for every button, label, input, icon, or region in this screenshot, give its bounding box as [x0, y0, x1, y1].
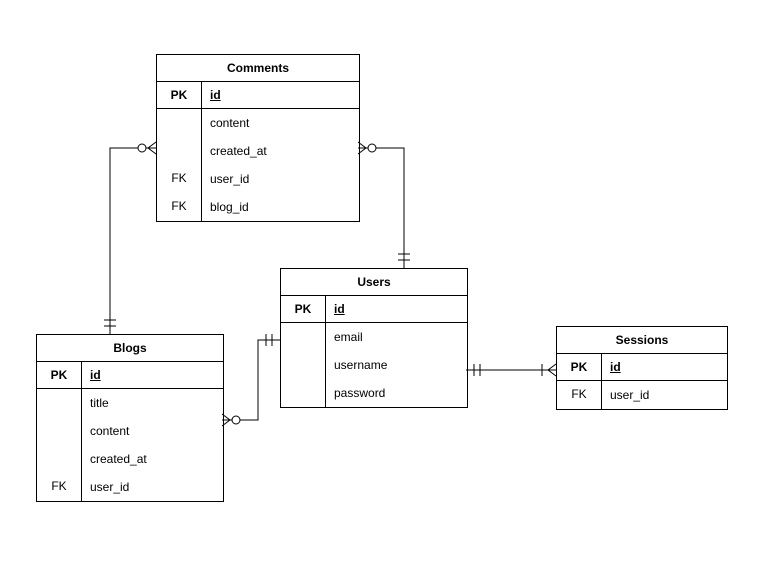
attrs: FK user_id: [557, 381, 727, 409]
attr-name: user_id: [602, 381, 727, 409]
attr-row: username: [281, 351, 467, 379]
entity-title: Blogs: [37, 335, 223, 362]
attr-name: created_at: [202, 137, 359, 165]
pk-field: id: [602, 354, 727, 380]
rel-users-sessions: [466, 364, 556, 376]
rel-comments-users: [358, 142, 410, 268]
attr-row: FK user_id: [157, 165, 359, 193]
attr-key: FK: [557, 381, 602, 409]
entity-title: Comments: [157, 55, 359, 82]
entity-sessions: Sessions PK id FK user_id: [556, 326, 728, 410]
pk-row: PK id: [281, 296, 467, 323]
attr-name: content: [202, 109, 359, 137]
attr-key: [37, 417, 82, 445]
attr-row: content: [37, 417, 223, 445]
pk-label: PK: [557, 354, 602, 380]
attrs: title content created_at FK user_id: [37, 389, 223, 501]
pk-label: PK: [281, 296, 326, 322]
attr-name: password: [326, 379, 467, 407]
attr-row: password: [281, 379, 467, 407]
entity-title: Sessions: [557, 327, 727, 354]
attr-name: email: [326, 323, 467, 351]
attrs: email username password: [281, 323, 467, 407]
attr-row: FK blog_id: [157, 193, 359, 221]
attr-name: user_id: [202, 165, 359, 193]
rel-blogs-users: [222, 334, 280, 426]
attr-row: title: [37, 389, 223, 417]
attr-key: [157, 109, 202, 137]
attr-name: title: [82, 389, 223, 417]
attr-name: user_id: [82, 473, 223, 501]
attr-key: [157, 137, 202, 165]
attr-row: FK user_id: [557, 381, 727, 409]
attr-name: username: [326, 351, 467, 379]
attr-name: content: [82, 417, 223, 445]
attr-key: [37, 389, 82, 417]
attr-key: FK: [157, 165, 202, 193]
attr-row: created_at: [37, 445, 223, 473]
rel-comments-blogs: [104, 142, 156, 334]
attr-row: email: [281, 323, 467, 351]
attr-name: blog_id: [202, 193, 359, 221]
pk-row: PK id: [157, 82, 359, 109]
attr-row: content: [157, 109, 359, 137]
pk-field: id: [326, 296, 467, 322]
attr-key: FK: [37, 473, 82, 501]
attr-key: [281, 351, 326, 379]
pk-label: PK: [37, 362, 82, 388]
attrs: content created_at FK user_id FK blog_id: [157, 109, 359, 221]
attr-key: [37, 445, 82, 473]
entity-users: Users PK id email username password: [280, 268, 468, 408]
entity-blogs: Blogs PK id title content created_at FK …: [36, 334, 224, 502]
pk-row: PK id: [557, 354, 727, 381]
pk-label: PK: [157, 82, 202, 108]
attr-key: [281, 323, 326, 351]
attr-key: FK: [157, 193, 202, 221]
entity-title: Users: [281, 269, 467, 296]
pk-field: id: [82, 362, 223, 388]
attr-name: created_at: [82, 445, 223, 473]
attr-row: FK user_id: [37, 473, 223, 501]
entity-comments: Comments PK id content created_at FK use…: [156, 54, 360, 222]
attr-row: created_at: [157, 137, 359, 165]
pk-row: PK id: [37, 362, 223, 389]
attr-key: [281, 379, 326, 407]
pk-field: id: [202, 82, 359, 108]
